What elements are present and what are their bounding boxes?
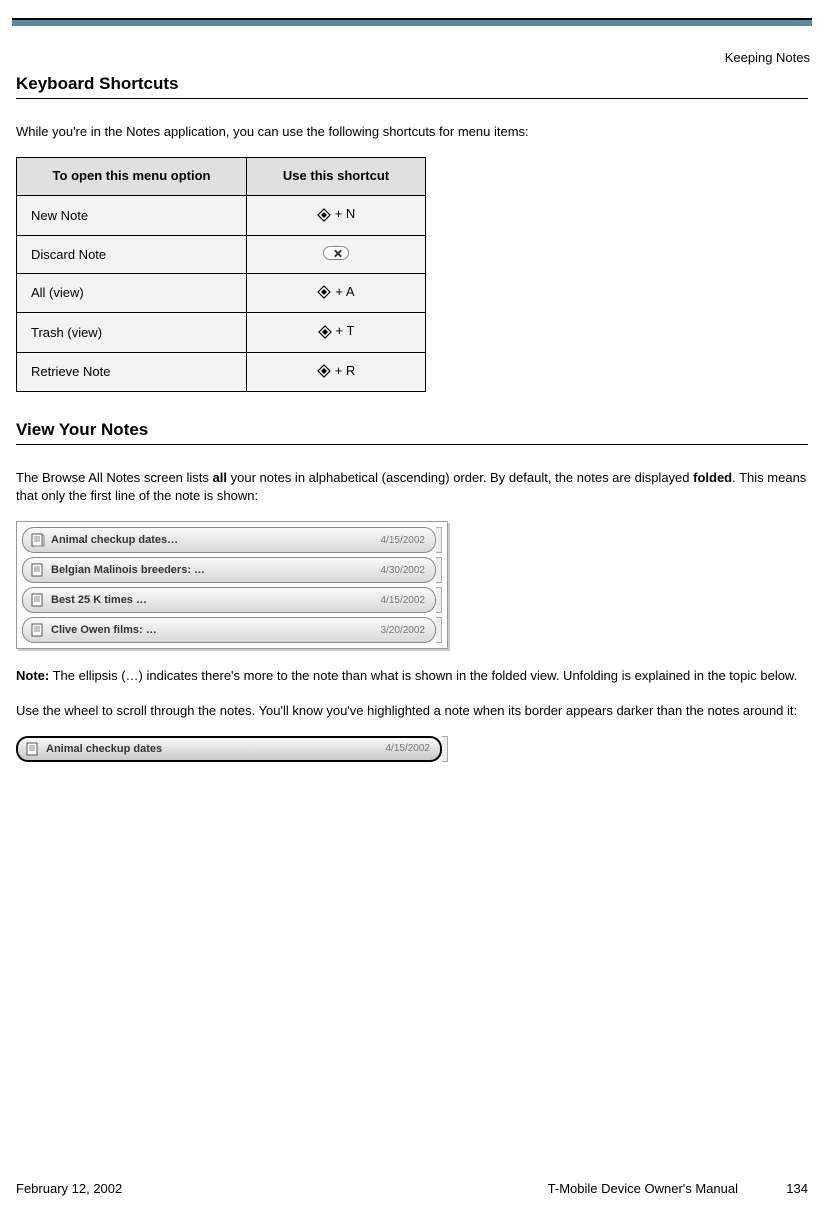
menu-option: Retrieve Note bbox=[17, 352, 247, 392]
table-header-shortcut: Use this shortcut bbox=[247, 158, 426, 196]
table-row: Trash (view) + T bbox=[17, 313, 426, 353]
page-footer: February 12, 2002 T-Mobile Device Owner'… bbox=[16, 1181, 808, 1196]
note-title: Animal checkup dates… bbox=[51, 534, 375, 546]
diamond-icon bbox=[317, 285, 329, 297]
note-date: 4/15/2002 bbox=[381, 535, 426, 546]
shortcut-cell: + N bbox=[247, 196, 426, 236]
note-icon bbox=[31, 563, 45, 577]
shortcut-key: + T bbox=[336, 323, 355, 338]
note-paragraph: Note: The ellipsis (…) indicates there's… bbox=[16, 667, 808, 685]
note-title: Clive Owen films: … bbox=[51, 624, 375, 636]
scrollbar-nub bbox=[436, 557, 442, 583]
note-title: Animal checkup dates bbox=[46, 743, 380, 755]
scrollbar-nub bbox=[442, 736, 448, 762]
footer-date: February 12, 2002 bbox=[16, 1181, 377, 1196]
list-item: Animal checkup dates… 4/15/2002 bbox=[22, 527, 442, 553]
selected-note-screenshot: Animal checkup dates 4/15/2002 bbox=[16, 736, 448, 762]
header-bar bbox=[12, 18, 812, 26]
discard-icon bbox=[323, 246, 349, 260]
note-date: 4/15/2002 bbox=[386, 743, 431, 754]
scrollbar-nub bbox=[436, 587, 442, 613]
scrollbar-nub bbox=[436, 527, 442, 553]
shortcut-key: + N bbox=[335, 206, 356, 221]
note-title: Belgian Malinois breeders: … bbox=[51, 564, 375, 576]
note-date: 4/30/2002 bbox=[381, 565, 426, 576]
diamond-icon bbox=[317, 208, 329, 220]
list-item: Best 25 K times … 4/15/2002 bbox=[22, 587, 442, 613]
shortcut-cell bbox=[247, 235, 426, 273]
menu-option: Trash (view) bbox=[17, 313, 247, 353]
note-icon bbox=[31, 593, 45, 607]
table-row: Discard Note bbox=[17, 235, 426, 273]
section-heading-view: View Your Notes bbox=[16, 420, 808, 445]
list-item: Belgian Malinois breeders: … 4/30/2002 bbox=[22, 557, 442, 583]
list-item-selected: Animal checkup dates 4/15/2002 bbox=[16, 736, 448, 762]
note-date: 4/15/2002 bbox=[381, 595, 426, 606]
menu-option: All (view) bbox=[17, 273, 247, 313]
diamond-icon bbox=[318, 325, 330, 337]
shortcut-cell: + T bbox=[247, 313, 426, 353]
wheel-paragraph: Use the wheel to scroll through the note… bbox=[16, 702, 808, 720]
list-item: Clive Owen films: … 3/20/2002 bbox=[22, 617, 442, 643]
footer-manual: T-Mobile Device Owner's Manual bbox=[377, 1181, 768, 1196]
diamond-icon bbox=[317, 364, 329, 376]
section-intro: While you're in the Notes application, y… bbox=[16, 123, 808, 141]
note-icon bbox=[26, 742, 40, 756]
table-row: All (view) + A bbox=[17, 273, 426, 313]
section-heading-shortcuts: Keyboard Shortcuts bbox=[16, 74, 808, 99]
table-header-menu: To open this menu option bbox=[17, 158, 247, 196]
table-row: Retrieve Note + R bbox=[17, 352, 426, 392]
shortcut-cell: + A bbox=[247, 273, 426, 313]
note-icon bbox=[31, 623, 45, 637]
menu-option: Discard Note bbox=[17, 235, 247, 273]
shortcut-key: + R bbox=[335, 363, 356, 378]
shortcut-key: + A bbox=[335, 284, 354, 299]
note-date: 3/20/2002 bbox=[381, 625, 426, 636]
shortcuts-table: To open this menu option Use this shortc… bbox=[16, 157, 426, 392]
note-title: Best 25 K times … bbox=[51, 594, 375, 606]
shortcut-cell: + R bbox=[247, 352, 426, 392]
view-intro-paragraph: The Browse All Notes screen lists all yo… bbox=[16, 469, 808, 505]
note-icon bbox=[31, 533, 45, 547]
footer-page: 134 bbox=[768, 1181, 808, 1196]
notes-list-screenshot: Animal checkup dates… 4/15/2002 Belgian … bbox=[16, 521, 448, 649]
table-row: New Note + N bbox=[17, 196, 426, 236]
scrollbar-nub bbox=[436, 617, 442, 643]
menu-option: New Note bbox=[17, 196, 247, 236]
chapter-title: Keeping Notes bbox=[725, 50, 810, 65]
